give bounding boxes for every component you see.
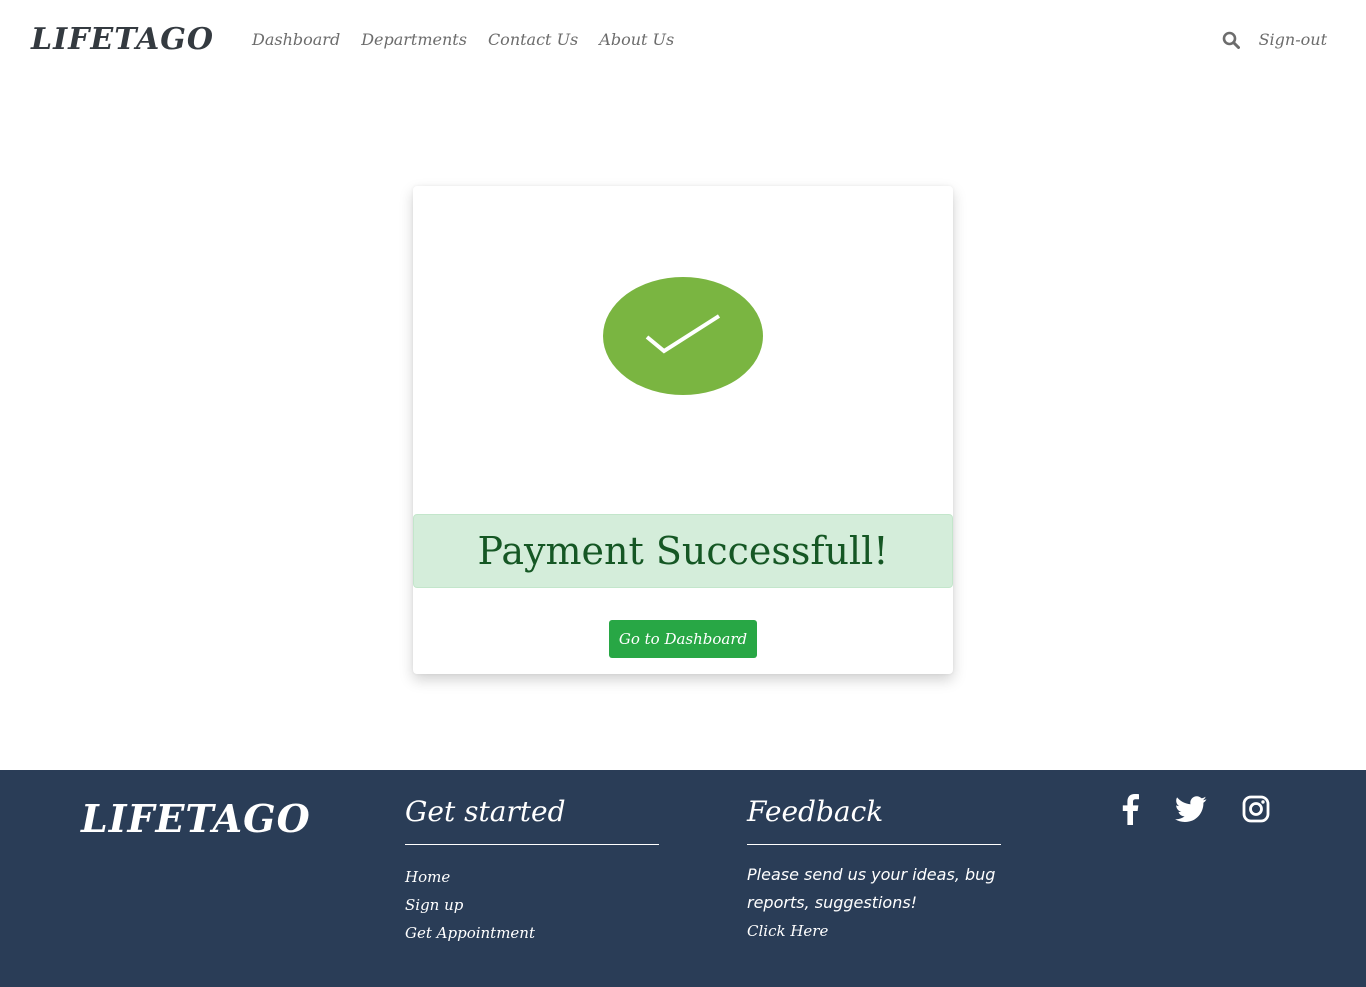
get-started-title: Get started	[405, 794, 659, 845]
facebook-icon[interactable]	[1116, 792, 1144, 826]
nav-right: Sign-out	[1221, 30, 1327, 50]
nav-dashboard[interactable]: Dashboard	[252, 30, 340, 50]
feedback-column: Feedback Please send us your ideas, bug …	[747, 794, 1001, 945]
footer-link-sign-up[interactable]: Sign up	[405, 891, 659, 919]
nav-contact-us[interactable]: Contact Us	[488, 30, 578, 50]
nav-about-us[interactable]: About Us	[599, 30, 674, 50]
twitter-icon[interactable]	[1175, 792, 1207, 826]
search-icon[interactable]	[1221, 30, 1241, 50]
footer-brand-logo: LIFETAGO	[81, 796, 311, 841]
nav-departments[interactable]: Departments	[361, 30, 467, 50]
success-badge	[603, 277, 763, 395]
footer-link-get-appointment[interactable]: Get Appointment	[405, 919, 659, 947]
go-to-dashboard-button[interactable]: Go to Dashboard	[609, 620, 757, 658]
nav-links: Dashboard Departments Contact Us About U…	[252, 30, 695, 50]
success-alert: Payment Successfull!	[413, 514, 953, 588]
success-message: Payment Successfull!	[477, 529, 889, 573]
footer: LIFETAGO Get started Home Sign up Get Ap…	[0, 770, 1366, 987]
brand-logo[interactable]: LIFETAGO	[31, 22, 214, 57]
instagram-icon[interactable]	[1241, 792, 1271, 826]
check-icon	[645, 314, 721, 354]
sign-out-link[interactable]: Sign-out	[1259, 30, 1327, 50]
top-navbar: LIFETAGO Dashboard Departments Contact U…	[0, 0, 1366, 82]
feedback-click-here-link[interactable]: Click Here	[747, 917, 1001, 945]
get-started-column: Get started Home Sign up Get Appointment	[405, 794, 659, 947]
footer-link-home[interactable]: Home	[405, 863, 659, 891]
social-links	[1116, 792, 1271, 826]
get-started-links: Home Sign up Get Appointment	[405, 863, 659, 947]
feedback-text: Please send us your ideas, bug reports, …	[747, 865, 996, 912]
payment-success-card: Payment Successfull! Go to Dashboard	[413, 186, 953, 674]
feedback-title: Feedback	[747, 794, 1001, 845]
